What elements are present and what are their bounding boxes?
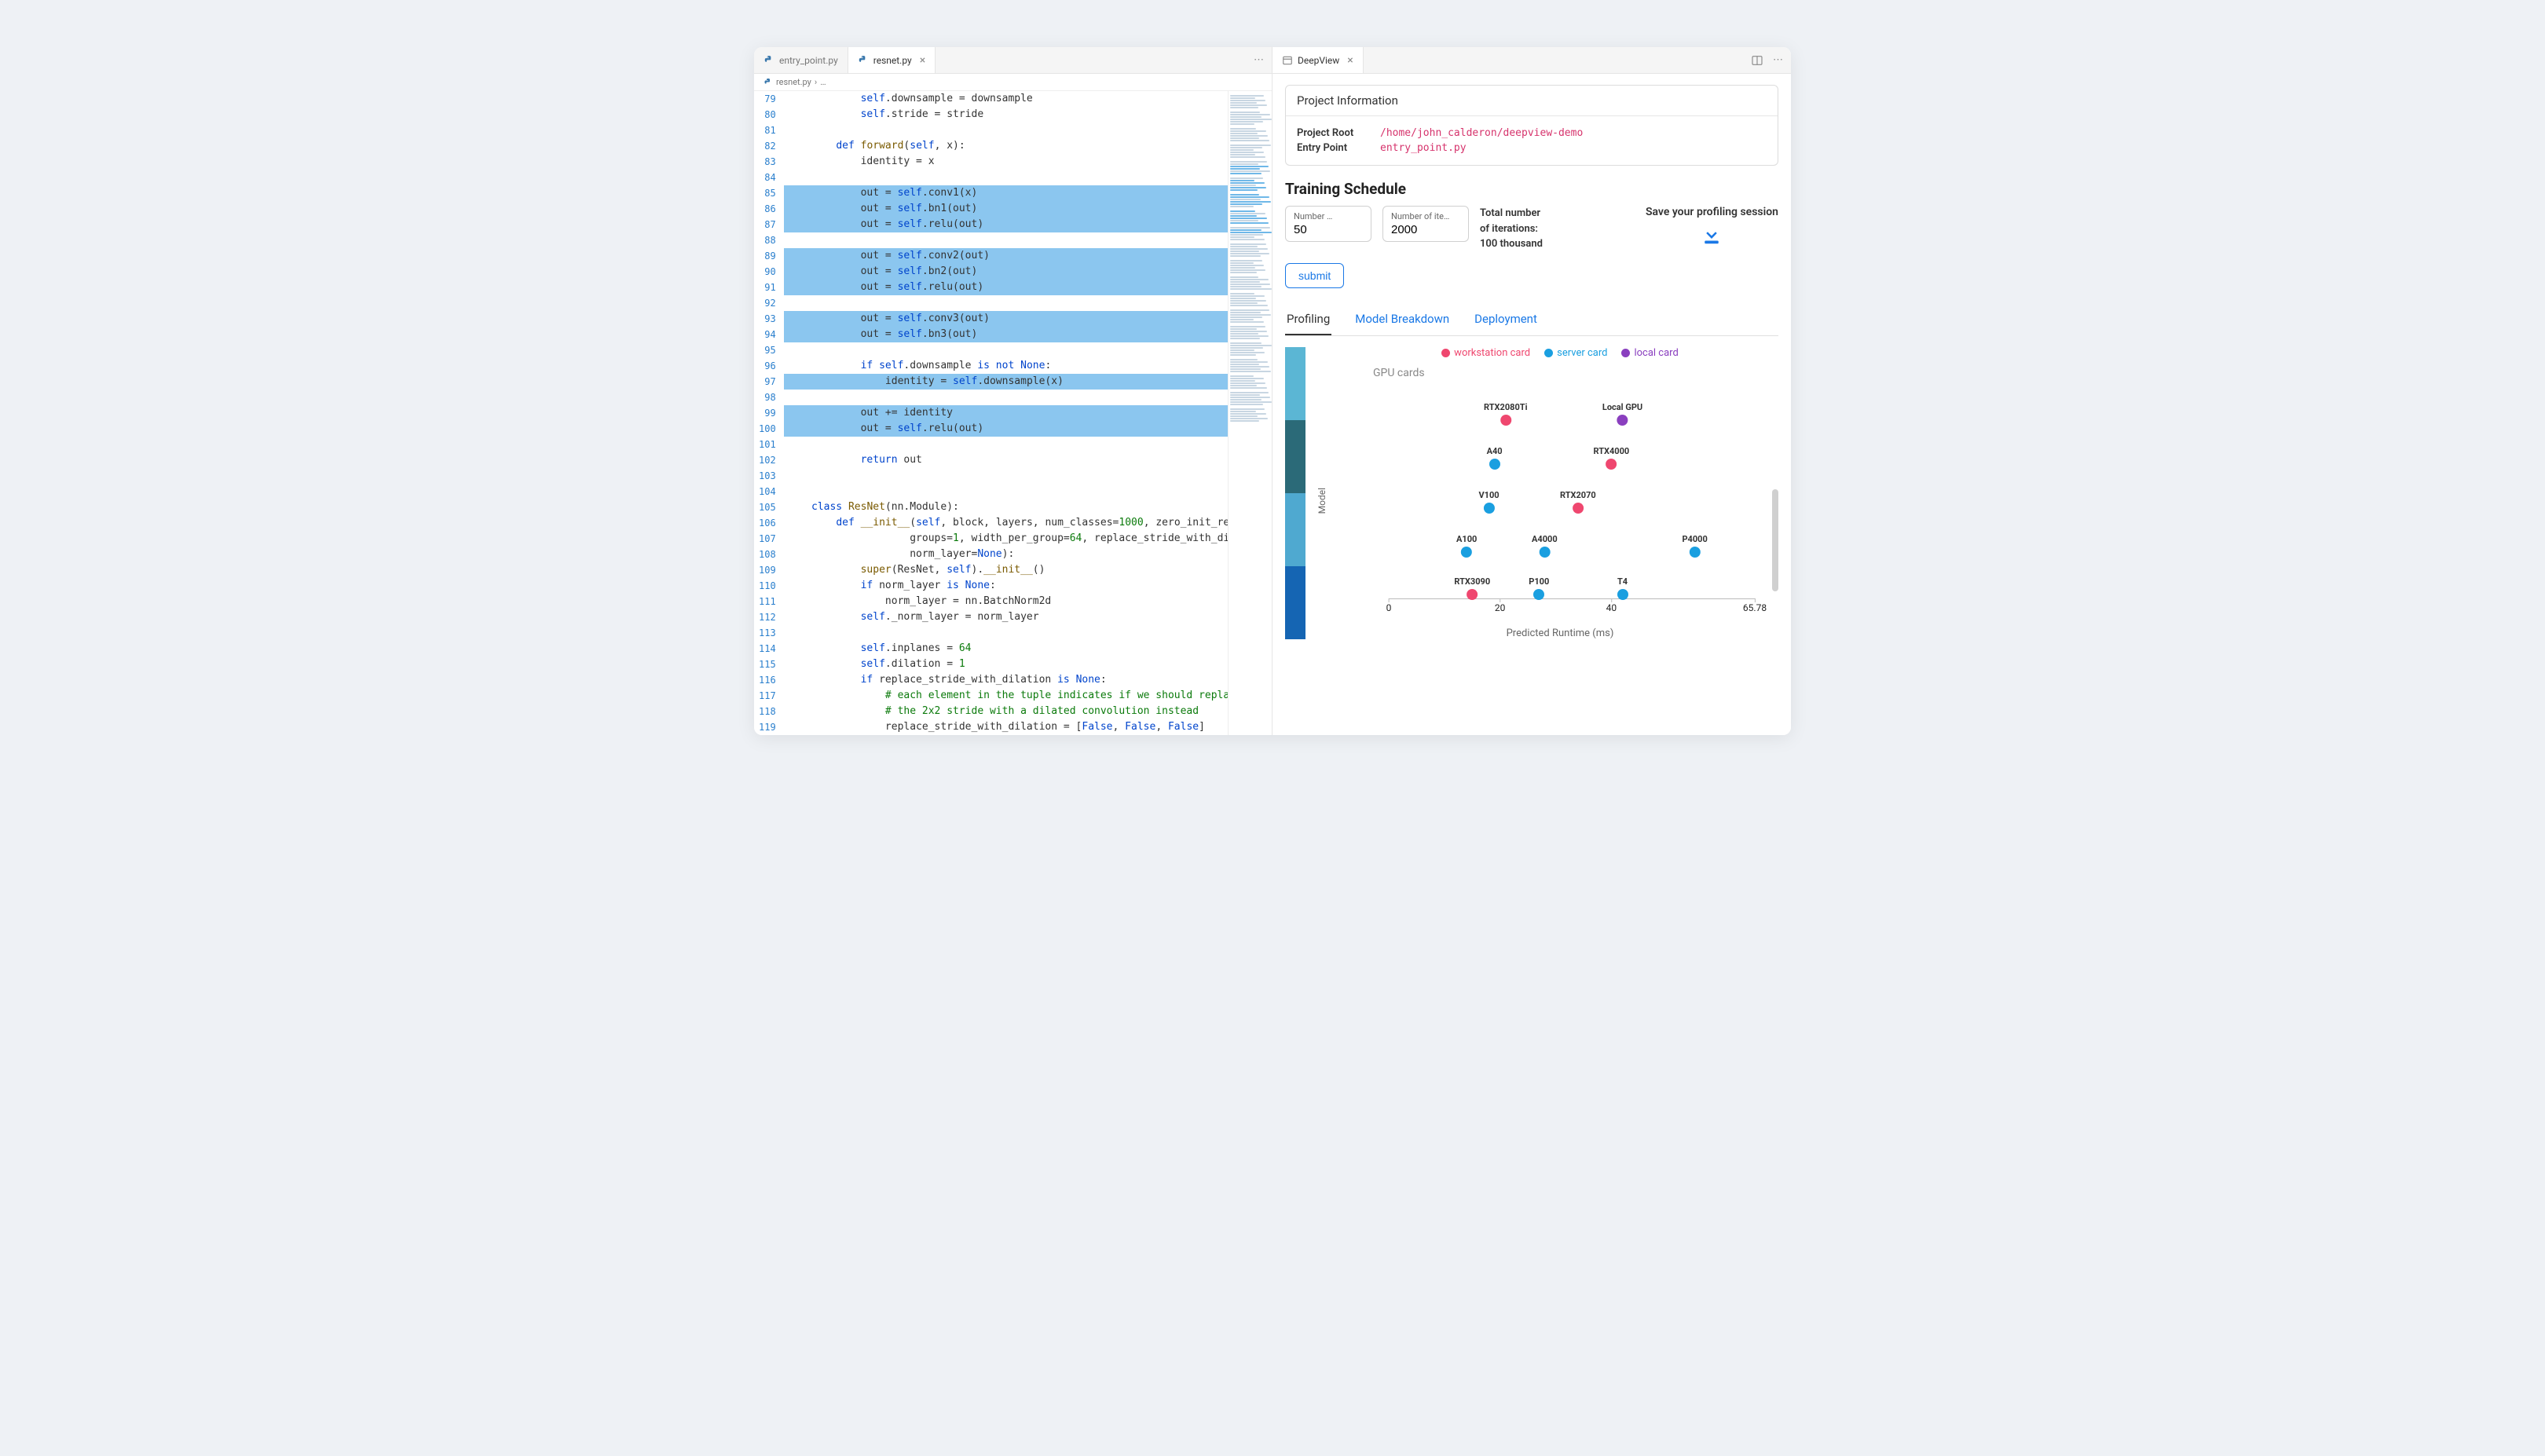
x-axis-label: Predicted Runtime (ms) <box>1342 627 1778 639</box>
gpu-point-rtx4000[interactable]: RTX4000 <box>1593 446 1629 473</box>
tab-label: resnet.py <box>873 55 912 66</box>
side-tab-label: DeepView <box>1298 55 1339 66</box>
x-axis: 0204065.78 <box>1389 599 1755 626</box>
scatter-plot: RTX2080TiRTX4000RTX2070RTX3090A40V100A10… <box>1389 395 1755 599</box>
split-icon[interactable] <box>1751 54 1763 67</box>
project-info-card: Project Information Project Root /home/j… <box>1285 85 1778 166</box>
submit-button[interactable]: submit <box>1285 263 1344 288</box>
training-schedule-title: Training Schedule <box>1285 180 1778 198</box>
breadcrumb-file[interactable]: resnet.py <box>776 77 811 87</box>
color-rail <box>1285 347 1305 639</box>
input-label: Number … <box>1294 211 1363 221</box>
input-number-iterations[interactable]: Number of ite… <box>1382 206 1469 242</box>
gpu-point-p4000[interactable]: P4000 <box>1682 534 1707 561</box>
gpu-point-a100[interactable]: A100 <box>1456 534 1477 561</box>
app-window: entry_point.py resnet.py × ⋯ resnet.py ›… <box>754 47 1791 735</box>
editor-pane: entry_point.py resnet.py × ⋯ resnet.py ›… <box>754 47 1272 735</box>
editor-tab-bar: entry_point.py resnet.py × ⋯ <box>754 47 1272 74</box>
save-session-box[interactable]: Save your profiling session <box>1646 206 1778 250</box>
input-field[interactable] <box>1391 221 1460 236</box>
tab-entry-point[interactable]: entry_point.py <box>754 47 848 73</box>
subtab-profiling[interactable]: Profiling <box>1285 304 1331 335</box>
tab-resnet[interactable]: resnet.py × <box>848 47 936 73</box>
editor-body: 7980818283848586878889909192939495969798… <box>754 91 1272 735</box>
breadcrumb-rest: … <box>820 77 826 87</box>
side-tab-deepview[interactable]: DeepView × <box>1272 47 1364 73</box>
python-icon <box>764 55 774 66</box>
tab-label: entry_point.py <box>779 55 838 66</box>
subtab-model-breakdown[interactable]: Model Breakdown <box>1353 304 1451 335</box>
gpu-point-a40[interactable]: A40 <box>1487 446 1503 473</box>
input-field[interactable] <box>1294 221 1363 236</box>
input-label: Number of ite… <box>1391 211 1460 221</box>
code-area[interactable]: self.downsample = downsample self.stride… <box>784 91 1228 735</box>
side-tab-bar: DeepView × ⋯ <box>1272 47 1791 74</box>
card-title: Project Information <box>1286 86 1778 116</box>
project-root-value: /home/john_calderon/deepview-demo <box>1380 127 1583 139</box>
minimap[interactable] <box>1228 91 1272 735</box>
python-icon <box>764 78 773 87</box>
chart-title: GPU cards <box>1373 367 1778 379</box>
gpu-point-a4000[interactable]: A4000 <box>1532 534 1558 561</box>
profiling-body: Model workstation cardserver cardlocal c… <box>1285 347 1778 639</box>
save-session-label: Save your profiling session <box>1646 206 1778 218</box>
breadcrumb: resnet.py › … <box>754 74 1272 91</box>
entry-point-value: entry_point.py <box>1380 142 1467 154</box>
subtabs: Profiling Model Breakdown Deployment <box>1285 304 1778 336</box>
line-gutter: 7980818283848586878889909192939495969798… <box>754 91 784 735</box>
subtab-deployment[interactable]: Deployment <box>1473 304 1539 335</box>
gpu-point-local-gpu[interactable]: Local GPU <box>1602 402 1642 429</box>
download-icon[interactable] <box>1700 223 1723 247</box>
total-iterations-text: Total number of iterations: 100 thousand <box>1480 206 1543 252</box>
entry-point-label: Entry Point <box>1297 142 1369 154</box>
gpu-point-v100[interactable]: V100 <box>1478 490 1499 517</box>
model-axis-label: Model <box>1316 472 1327 514</box>
input-number-1[interactable]: Number … <box>1285 206 1371 242</box>
close-icon[interactable]: × <box>1347 55 1353 66</box>
python-icon <box>858 55 869 66</box>
side-pane: DeepView × ⋯ Project Information Project… <box>1272 47 1791 735</box>
close-icon[interactable]: × <box>920 55 925 66</box>
more-icon[interactable]: ⋯ <box>1246 54 1272 66</box>
chart-legend: workstation cardserver cardlocal card <box>1342 347 1778 359</box>
project-root-label: Project Root <box>1297 127 1369 139</box>
gpu-point-rtx2080ti[interactable]: RTX2080Ti <box>1484 402 1528 429</box>
scrollbar-thumb[interactable] <box>1772 489 1778 591</box>
more-icon[interactable]: ⋯ <box>1773 54 1783 67</box>
panel-icon <box>1282 55 1293 66</box>
gpu-point-rtx2070[interactable]: RTX2070 <box>1560 490 1596 517</box>
